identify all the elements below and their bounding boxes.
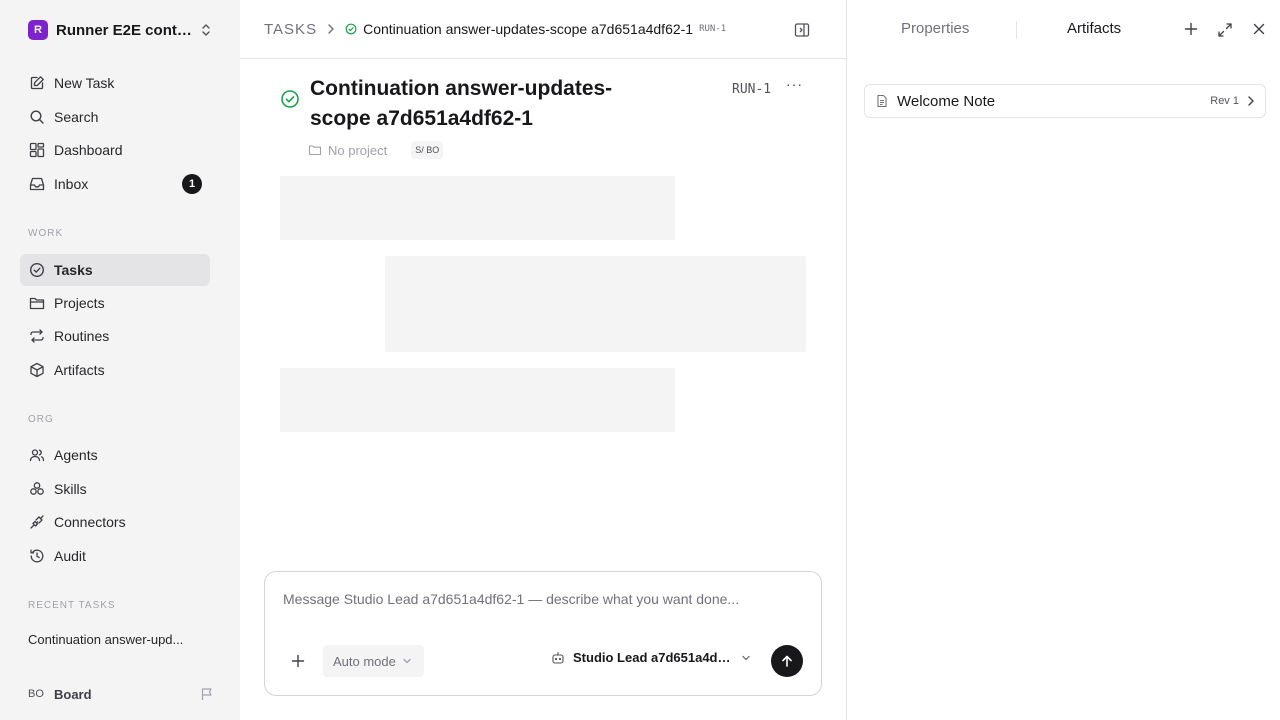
nav-skills-label: Skills	[54, 481, 87, 497]
panel-toggle-icon[interactable]	[794, 22, 810, 38]
user-row[interactable]: BO Board	[28, 682, 214, 706]
nav-search[interactable]: Search	[20, 101, 210, 133]
nav-dashboard[interactable]: Dashboard	[20, 134, 210, 166]
chevron-right-icon	[327, 23, 335, 35]
folder-icon	[28, 294, 46, 312]
workspace-name: Runner E2E conti...	[56, 21, 192, 39]
workspace-switcher[interactable]: R Runner E2E conti...	[20, 14, 220, 46]
chevron-up-down-icon	[200, 23, 212, 37]
search-icon	[28, 108, 46, 126]
nav-artifacts-label: Artifacts	[54, 362, 105, 378]
done-status-icon[interactable]	[280, 89, 300, 134]
inbox-icon	[28, 175, 46, 193]
inbox-count-badge: 1	[182, 174, 202, 194]
tab-divider	[1016, 21, 1017, 39]
send-button[interactable]	[771, 645, 803, 677]
task-title[interactable]: Continuation answer-updates-scope a7d651…	[310, 74, 630, 134]
agent-selector[interactable]: Studio Lead a7d651a4df6...	[551, 650, 751, 665]
chevron-down-icon	[402, 657, 412, 665]
section-label-work: WORK	[28, 228, 64, 239]
tab-properties[interactable]: Properties	[901, 20, 969, 37]
expand-icon[interactable]	[1217, 22, 1233, 38]
nav-dashboard-label: Dashboard	[54, 142, 123, 158]
project-selector[interactable]: No project	[328, 143, 387, 158]
more-options-button[interactable]: ···	[786, 76, 803, 92]
skills-icon	[28, 480, 46, 498]
artifact-name: Welcome Note	[897, 92, 996, 110]
chevron-down-icon	[741, 654, 751, 662]
assignee-chip[interactable]: S/ BO	[411, 141, 444, 159]
nav-search-label: Search	[54, 109, 99, 125]
section-label-recent: RECENT TASKS	[28, 600, 116, 611]
details-panel: Properties Artifacts Welcome Note Rev 1	[846, 0, 1280, 720]
check-circle-icon	[28, 261, 46, 279]
run-id: RUN-1	[732, 82, 772, 97]
history-icon	[28, 547, 46, 565]
nav-routines-label: Routines	[54, 328, 110, 344]
folder-icon	[308, 143, 322, 157]
document-icon	[875, 94, 889, 108]
repeat-icon	[28, 327, 46, 345]
nav-audit-label: Audit	[54, 548, 86, 564]
message-skeleton	[385, 256, 806, 352]
nav-new-task[interactable]: New Task	[20, 67, 210, 99]
breadcrumb-task-id: RUN-1	[699, 24, 727, 34]
agent-name: Studio Lead a7d651a4df6...	[573, 650, 733, 665]
nav-skills[interactable]: Skills	[20, 473, 210, 505]
edit-icon	[28, 74, 46, 92]
mode-label: Auto mode	[333, 653, 396, 669]
arrow-up-icon	[780, 654, 794, 668]
box-icon	[28, 361, 46, 379]
breadcrumb: TASKS Continuation answer-updates-scope …	[240, 0, 846, 59]
nav-connectors-label: Connectors	[54, 514, 126, 530]
recent-task-item[interactable]: Continuation answer-upd...	[28, 632, 208, 647]
message-skeleton	[280, 176, 675, 240]
nav-agents[interactable]: Agents	[20, 439, 210, 471]
nav-agents-label: Agents	[54, 447, 98, 463]
nav-artifacts[interactable]: Artifacts	[20, 354, 210, 386]
tab-artifacts[interactable]: Artifacts	[1067, 20, 1121, 37]
plus-icon[interactable]	[291, 654, 305, 668]
task-meta: No project S/ BO	[308, 141, 444, 159]
nav-projects-label: Projects	[54, 295, 105, 311]
artifact-item[interactable]: Welcome Note Rev 1	[864, 84, 1266, 118]
plug-icon	[28, 513, 46, 531]
task-main: TASKS Continuation answer-updates-scope …	[240, 0, 846, 720]
nav-inbox[interactable]: Inbox 1	[20, 168, 210, 200]
dashboard-icon	[28, 141, 46, 159]
nav-tasks[interactable]: Tasks	[20, 254, 210, 286]
nav-audit[interactable]: Audit	[20, 540, 210, 572]
panel-tabs: Properties Artifacts	[847, 0, 1280, 59]
workspace-logo: R	[28, 20, 48, 40]
nav-inbox-label: Inbox	[54, 176, 89, 192]
breadcrumb-task-title: Continuation answer-updates-scope a7d651…	[363, 21, 694, 37]
message-input[interactable]	[283, 591, 803, 607]
message-composer: Auto mode Studio Lead a7d651a4df6...	[264, 571, 822, 696]
artifact-revision: Rev 1	[1210, 95, 1239, 107]
task-header: Continuation answer-updates-scope a7d651…	[280, 74, 770, 134]
users-icon	[28, 446, 46, 464]
close-icon[interactable]	[1252, 22, 1266, 36]
user-avatar: BO	[28, 688, 44, 700]
nav-tasks-label: Tasks	[54, 262, 93, 278]
plus-icon[interactable]	[1184, 22, 1198, 36]
chevron-right-icon	[1247, 95, 1255, 107]
section-label-org: ORG	[28, 414, 54, 425]
sidebar: R Runner E2E conti... New Task Search Da…	[0, 0, 240, 720]
mode-selector[interactable]: Auto mode	[323, 645, 424, 677]
bot-icon	[551, 651, 565, 665]
breadcrumb-root[interactable]: TASKS	[264, 21, 317, 38]
nav-connectors[interactable]: Connectors	[20, 506, 210, 538]
message-skeleton	[280, 368, 675, 432]
flag-icon[interactable]	[200, 687, 214, 701]
done-status-icon	[345, 23, 357, 35]
nav-projects[interactable]: Projects	[20, 287, 210, 319]
user-name: Board	[54, 686, 92, 702]
nav-new-task-label: New Task	[54, 75, 115, 91]
nav-routines[interactable]: Routines	[20, 320, 210, 352]
